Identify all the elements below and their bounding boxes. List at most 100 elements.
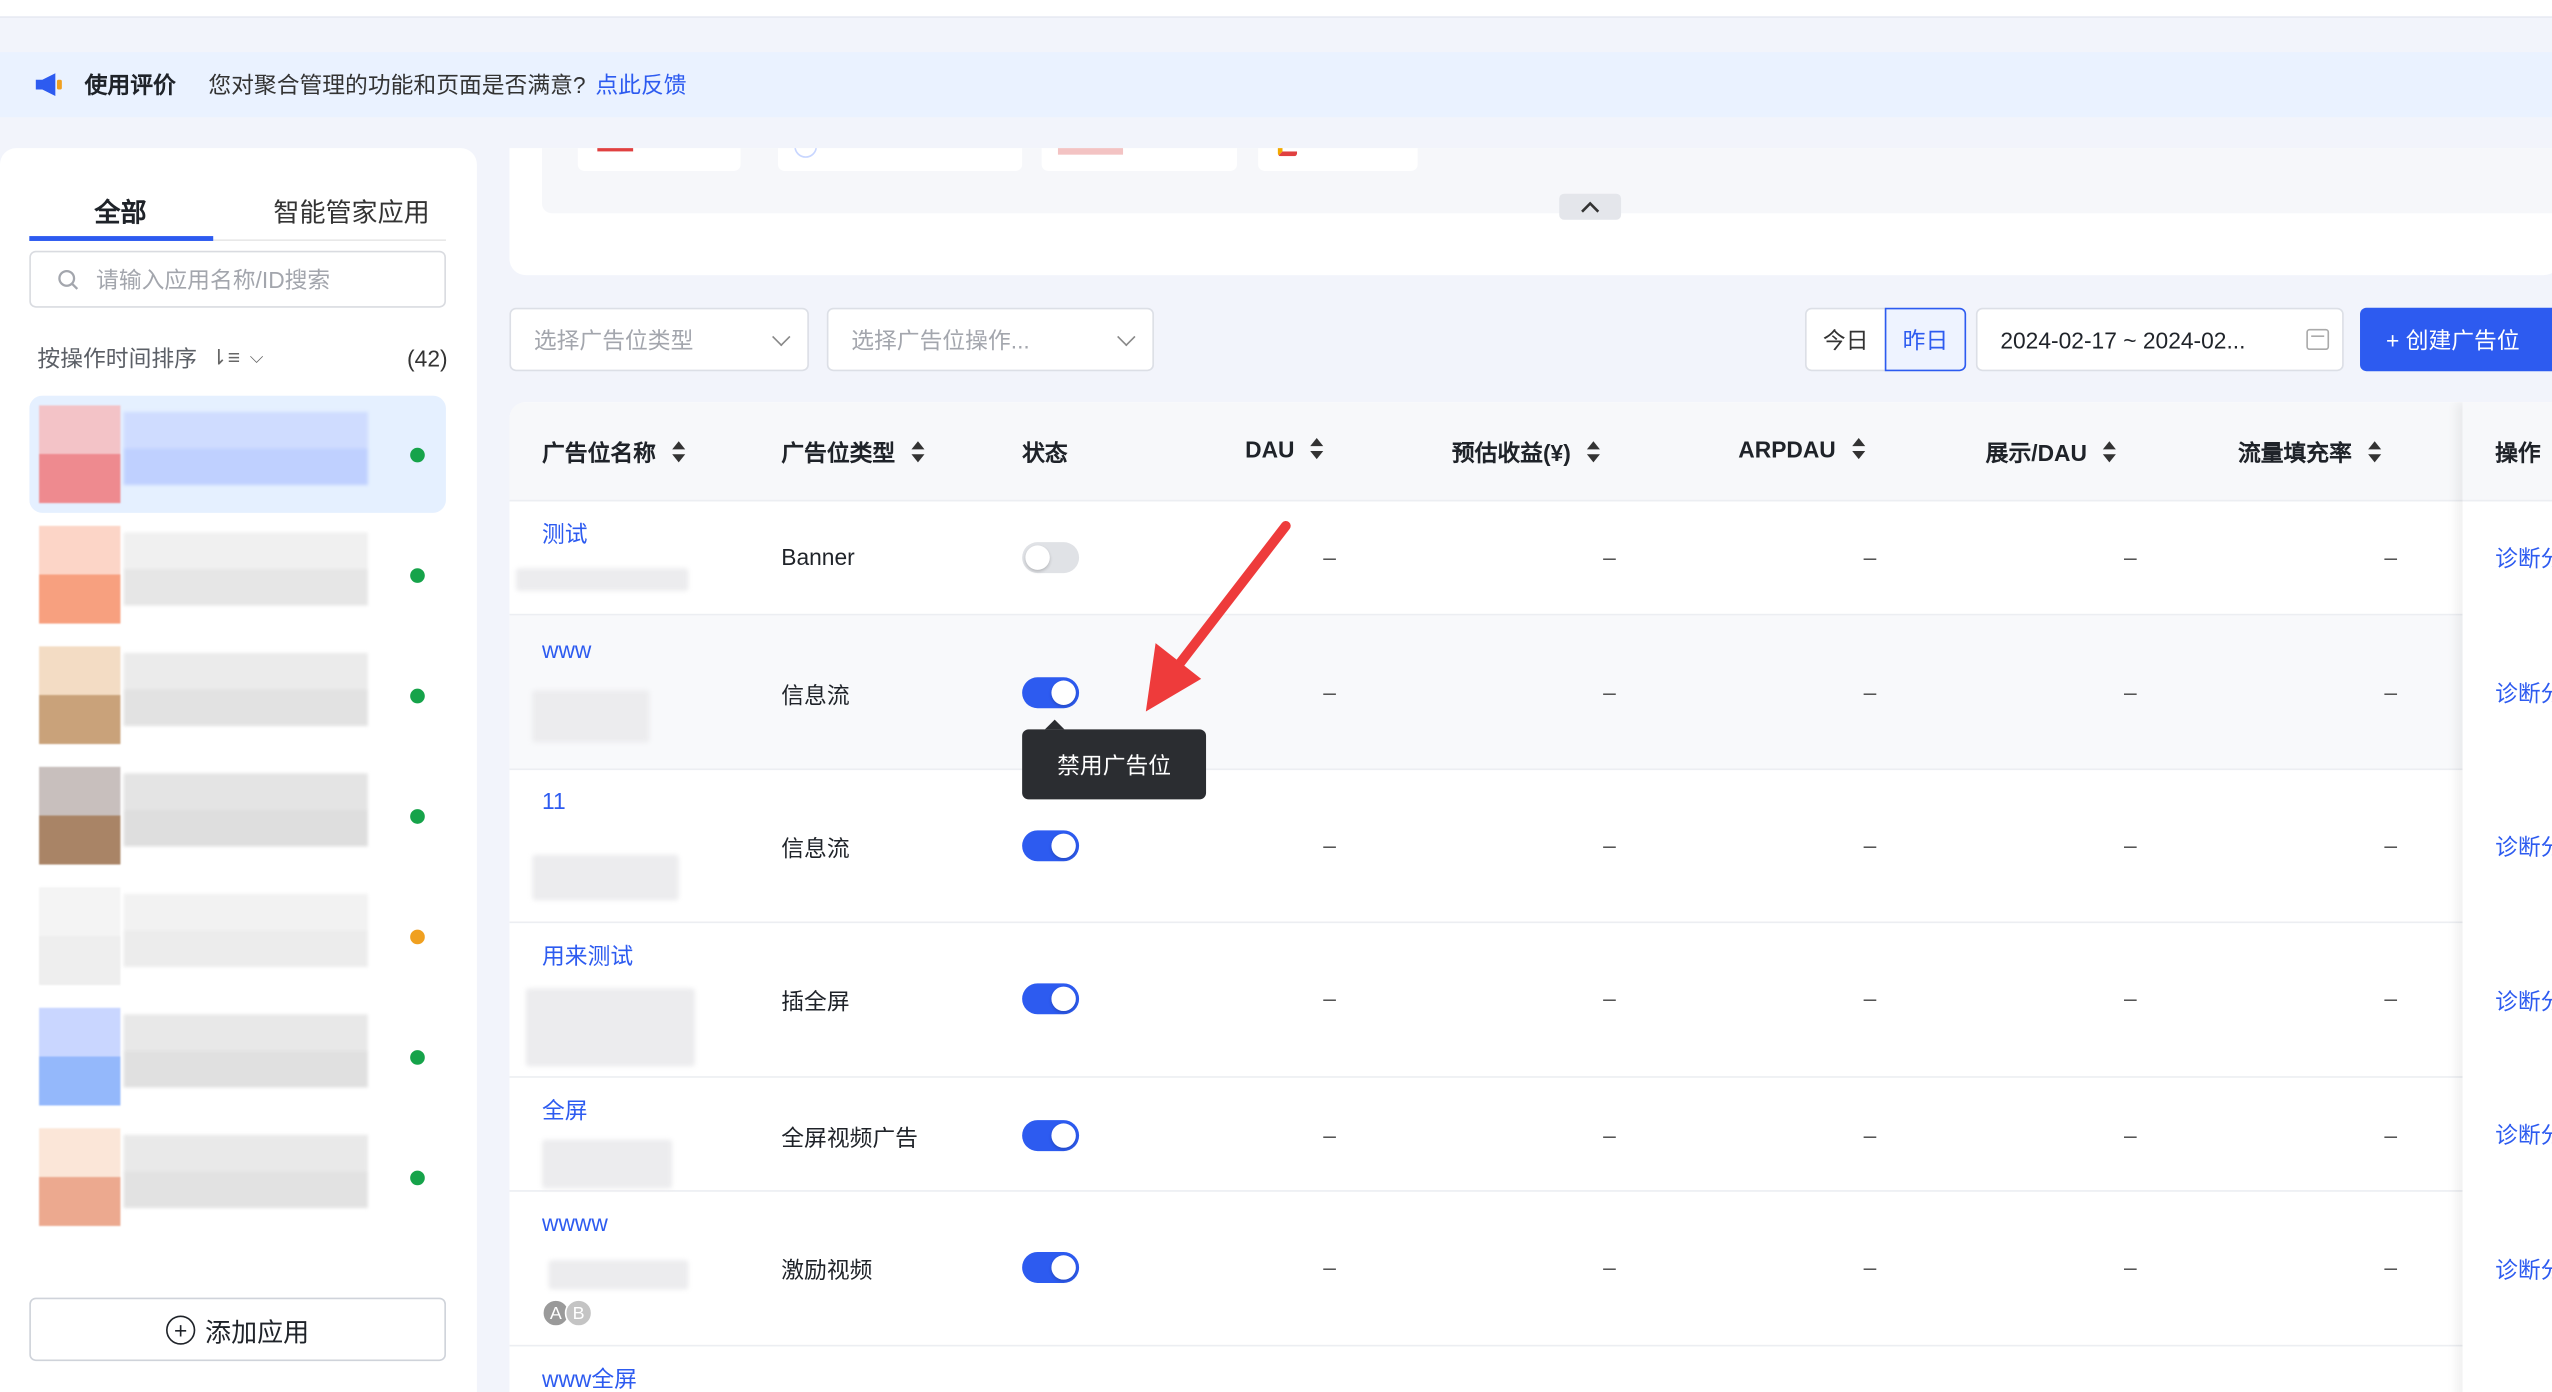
blurred-id xyxy=(541,1139,673,1189)
list-item[interactable] xyxy=(29,516,446,633)
revenue-value: – xyxy=(1603,985,1616,1012)
header-type[interactable]: 广告位类型 xyxy=(781,436,925,469)
disable-ad-slot-tooltip: 禁用广告位 xyxy=(1022,719,1207,800)
fill-rate-value: – xyxy=(2384,831,2398,859)
ad-slot-type: 插全屏 xyxy=(781,988,850,1015)
dau-value: – xyxy=(1323,1253,1336,1280)
network-chip[interactable] xyxy=(1258,148,1418,171)
diagnose-link[interactable]: 诊断分析 xyxy=(2495,1119,2552,1152)
app-search[interactable] xyxy=(29,250,446,308)
diagnose-link[interactable]: 诊断分析 xyxy=(2495,1254,2552,1287)
network-chip[interactable] xyxy=(577,148,741,171)
ad-type-select[interactable]: 选择广告位类型 xyxy=(509,307,809,372)
ad-slot-type: 全屏视频广告 xyxy=(781,1125,918,1152)
fill-rate-value: – xyxy=(2384,678,2398,705)
list-item[interactable] xyxy=(29,757,446,874)
fill-rate-value: – xyxy=(2384,543,2398,570)
network-filter-card xyxy=(509,148,2552,276)
app-list xyxy=(29,395,446,1275)
today-button[interactable]: 今日 xyxy=(1805,307,1887,372)
app-thumbnail xyxy=(39,525,121,624)
ad-slot-name-link[interactable]: 11 xyxy=(542,788,566,814)
fill-rate-value: – xyxy=(2384,985,2398,1012)
arpdau-value: – xyxy=(1863,985,1877,1012)
header-revenue[interactable]: 预估收益(¥) xyxy=(1452,436,1601,469)
arpdau-value: – xyxy=(1863,1253,1877,1280)
status-toggle[interactable] xyxy=(1022,1252,1080,1283)
app-meta-blurred xyxy=(123,532,368,614)
table-row: wwww A B 激励视频 – – – – – xyxy=(509,1192,2463,1347)
diagnose-link[interactable]: 诊断分析 xyxy=(2495,985,2552,1018)
tab-smart-apps[interactable]: 智能管家应用 xyxy=(273,190,429,229)
feedback-question: 您对聚合管理的功能和页面是否满意? xyxy=(208,71,586,98)
list-item[interactable] xyxy=(29,637,446,754)
network-chip[interactable] xyxy=(777,148,1023,171)
top-strip xyxy=(0,0,2552,18)
diagnose-link[interactable]: 诊断分析 xyxy=(2495,677,2552,710)
ad-operation-select[interactable]: 选择广告位操作... xyxy=(826,307,1154,372)
feedback-link[interactable]: 点此反馈 xyxy=(595,68,686,101)
header-fill-rate[interactable]: 流量填充率 xyxy=(2238,436,2382,469)
collapse-button[interactable] xyxy=(1559,193,1622,220)
status-toggle[interactable] xyxy=(1022,830,1080,862)
yesterday-button[interactable]: 昨日 xyxy=(1884,307,1967,372)
ad-slot-name-link[interactable]: 用来测试 xyxy=(542,939,633,972)
sort-icon[interactable] xyxy=(911,441,925,465)
sort-icon[interactable] xyxy=(672,441,686,465)
feedback-title: 使用评价 xyxy=(84,71,176,98)
create-ad-slot-button[interactable]: + 创建广告位 xyxy=(2360,307,2552,372)
network-logo-icon xyxy=(794,148,818,158)
chevron-down-icon: ⌵ xyxy=(249,347,264,368)
status-dot xyxy=(410,447,425,463)
diagnose-link[interactable]: 诊断分析 xyxy=(2495,830,2552,863)
sort-control[interactable]: 按操作时间排序 ⇂≡ ⌵ (42) xyxy=(37,342,447,375)
app-meta-blurred xyxy=(123,773,368,855)
date-range-value: 2024-02-17 ~ 2024-02... xyxy=(2000,326,2246,353)
list-item[interactable] xyxy=(29,998,446,1115)
megaphone-icon xyxy=(33,72,66,98)
sort-icon[interactable] xyxy=(1310,438,1324,461)
ad-slot-name-link[interactable]: www xyxy=(542,637,591,663)
impressions-value: – xyxy=(2124,1121,2137,1148)
status-toggle[interactable] xyxy=(1022,983,1080,1015)
ad-slot-name-link[interactable]: www全屏 xyxy=(542,1363,637,1392)
ad-slot-name-link[interactable]: 全屏 xyxy=(542,1094,588,1127)
ad-slot-type: 激励视频 xyxy=(781,1256,873,1283)
dau-value: – xyxy=(1323,678,1336,705)
sort-icon[interactable] xyxy=(2368,441,2382,465)
blurred-id xyxy=(515,568,689,592)
status-toggle[interactable] xyxy=(1022,542,1080,574)
ad-slot-name-link[interactable]: 测试 xyxy=(542,518,588,551)
arpdau-value: – xyxy=(1863,678,1877,705)
blurred-id xyxy=(532,854,679,901)
tab-all[interactable]: 全部 xyxy=(94,190,146,229)
app-thumbnail xyxy=(39,405,121,504)
network-chip[interactable] xyxy=(1041,148,1237,171)
status-toggle[interactable] xyxy=(1022,1120,1080,1152)
diagnose-link[interactable]: 诊断分析 xyxy=(2495,542,2552,575)
sort-icon[interactable] xyxy=(2103,441,2117,465)
status-toggle[interactable] xyxy=(1022,677,1080,709)
impressions-value: – xyxy=(2124,831,2137,859)
ad-operation-placeholder: 选择广告位操作... xyxy=(851,326,1030,353)
sort-icon[interactable] xyxy=(1587,441,1601,465)
impressions-value: – xyxy=(2124,1253,2137,1280)
ad-slot-type: Banner xyxy=(781,543,855,570)
header-impressions-per-dau[interactable]: 展示/DAU xyxy=(1986,436,2117,469)
add-app-button[interactable]: + 添加应用 xyxy=(29,1297,446,1362)
header-arpdau[interactable]: ARPDAU xyxy=(1738,436,1866,463)
list-item[interactable] xyxy=(29,395,446,513)
ad-slot-type: 信息流 xyxy=(781,682,850,709)
search-input[interactable] xyxy=(96,266,422,293)
sort-icon[interactable] xyxy=(1852,438,1866,461)
date-range-picker[interactable]: 2024-02-17 ~ 2024-02... xyxy=(1975,307,2344,372)
list-item[interactable] xyxy=(29,1119,446,1236)
ad-slot-table: 广告位名称 广告位类型 状态 DAU 预估收益(¥) ARPDAU 展示/DAU… xyxy=(509,402,2552,1392)
table-header: 广告位名称 广告位类型 状态 DAU 预估收益(¥) ARPDAU 展示/DAU… xyxy=(509,402,2552,502)
active-tab-indicator xyxy=(29,236,214,241)
ad-slot-name-link[interactable]: wwww xyxy=(542,1210,608,1236)
header-name[interactable]: 广告位名称 xyxy=(542,436,686,469)
status-dot xyxy=(410,568,425,583)
header-dau[interactable]: DAU xyxy=(1245,436,1324,463)
list-item[interactable] xyxy=(29,878,446,995)
